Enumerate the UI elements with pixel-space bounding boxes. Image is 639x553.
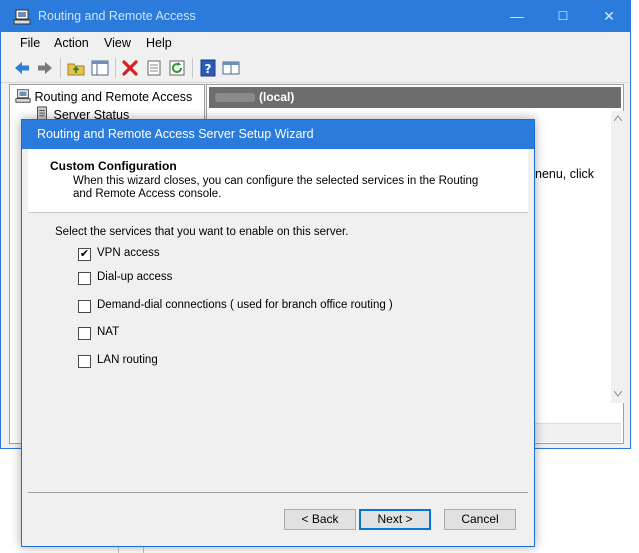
- rras-server-icon: [15, 89, 31, 103]
- checkbox-dial-up-access[interactable]: [78, 272, 91, 285]
- properties-icon[interactable]: [145, 59, 163, 77]
- refresh-icon[interactable]: [168, 59, 186, 77]
- menu-view[interactable]: View: [104, 36, 131, 50]
- wizard-page-title: Custom Configuration: [50, 159, 177, 173]
- window-title: Routing and Remote Access: [38, 9, 196, 23]
- wizard-page-description: When this wizard closes, you can configu…: [73, 175, 479, 200]
- details-header-label: (local): [259, 90, 295, 104]
- minimize-button[interactable]: —: [494, 1, 540, 32]
- menu-help[interactable]: Help: [146, 36, 172, 50]
- cancel-button[interactable]: Cancel: [444, 509, 516, 530]
- redacted-server-name: [215, 93, 255, 103]
- wizard-footer: < Back Next > Cancel: [28, 493, 528, 543]
- toolbar-separator: [192, 58, 193, 78]
- menu-bar: File Action View Help: [1, 32, 630, 54]
- tree-item-root[interactable]: Routing and Remote Access: [15, 88, 192, 104]
- wizard-title: Routing and Remote Access Server Setup W…: [37, 127, 314, 141]
- wizard-instructions: Select the services that you want to ena…: [55, 226, 349, 238]
- service-label: Demand-dial connections ( used for branc…: [97, 299, 393, 311]
- toolbar-separator: [60, 58, 61, 78]
- back-button[interactable]: < Back: [284, 509, 356, 530]
- wizard-title-bar[interactable]: Routing and Remote Access Server Setup W…: [22, 120, 534, 149]
- up-folder-icon[interactable]: [67, 59, 85, 77]
- wizard-body: Select the services that you want to ena…: [28, 213, 528, 493]
- tree-item-root-label: Routing and Remote Access: [34, 90, 193, 104]
- wizard-header: Custom Configuration When this wizard cl…: [28, 149, 528, 213]
- details-text: nenu, click: [535, 167, 595, 181]
- help-icon[interactable]: ?: [199, 59, 217, 77]
- service-label: LAN routing: [97, 354, 158, 366]
- rras-app-icon: [13, 9, 31, 25]
- scroll-up-icon[interactable]: [614, 115, 622, 121]
- service-label: NAT: [97, 326, 120, 338]
- show-hide-tree-icon[interactable]: [91, 59, 109, 77]
- menu-action[interactable]: Action: [54, 36, 89, 50]
- setup-wizard-dialog: Routing and Remote Access Server Setup W…: [21, 119, 535, 547]
- scroll-down-icon[interactable]: [614, 391, 622, 397]
- delete-icon[interactable]: [121, 59, 139, 77]
- toolbar-separator: [115, 58, 116, 78]
- service-label: VPN access: [97, 247, 160, 259]
- svg-text:?: ?: [205, 62, 212, 76]
- forward-arrow-icon[interactable]: [36, 59, 54, 77]
- checkbox-nat[interactable]: [78, 327, 91, 340]
- checkbox-lan-routing[interactable]: [78, 355, 91, 368]
- checkbox-vpn-access[interactable]: ✔: [78, 248, 91, 261]
- back-arrow-icon[interactable]: [13, 59, 31, 77]
- service-label: Dial-up access: [97, 271, 173, 283]
- checkbox-demand-dial[interactable]: [78, 300, 91, 313]
- details-header: (local): [209, 87, 621, 108]
- close-button[interactable]: ✕: [586, 1, 632, 32]
- console-view-icon[interactable]: [222, 59, 240, 77]
- vertical-scrollbar[interactable]: [611, 111, 625, 403]
- next-button[interactable]: Next >: [359, 509, 431, 530]
- toolbar: ?: [1, 54, 630, 83]
- main-title-bar[interactable]: Routing and Remote Access — ☐ ✕: [1, 1, 630, 32]
- menu-file[interactable]: File: [20, 36, 40, 50]
- maximize-button[interactable]: ☐: [540, 1, 586, 32]
